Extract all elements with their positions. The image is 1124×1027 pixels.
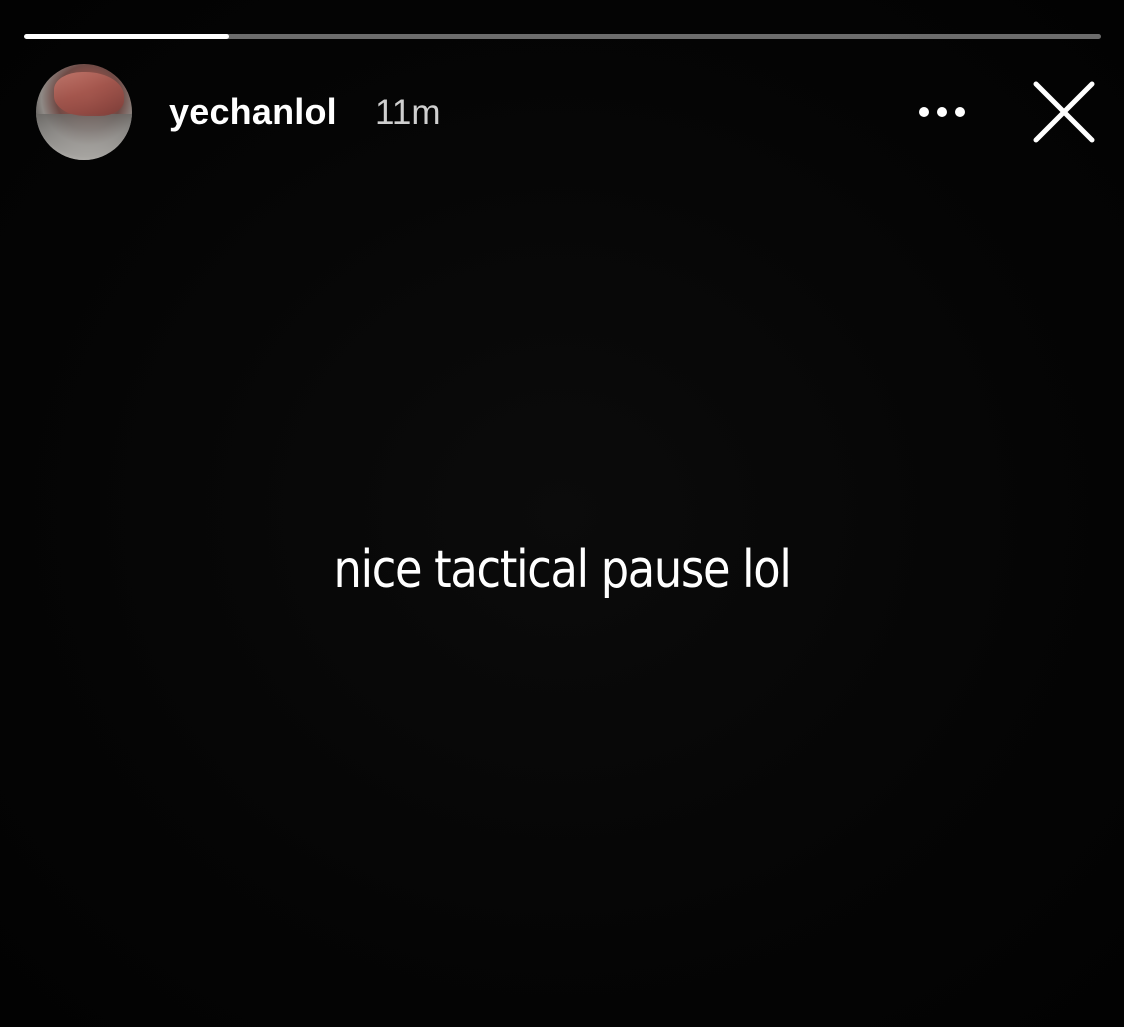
story-text: nice tactical pause lol <box>333 540 792 600</box>
post-timestamp: 11m <box>375 93 441 132</box>
more-options-icon-dot <box>937 107 947 117</box>
more-options-button[interactable] <box>912 94 972 130</box>
username[interactable]: yechanlol <box>169 92 337 132</box>
avatar-image-rock <box>54 72 124 116</box>
close-button[interactable] <box>1032 80 1096 144</box>
profile-avatar[interactable] <box>36 64 132 160</box>
story-header: yechanlol 11m <box>36 64 1096 160</box>
story-viewer[interactable]: yechanlol 11m nice tactical pause lol <box>0 0 1124 1027</box>
story-progress-bar <box>24 34 1101 39</box>
story-progress-fill <box>24 34 229 39</box>
more-options-icon-dot <box>955 107 965 117</box>
close-icon <box>1033 81 1095 143</box>
avatar-image-ground <box>36 114 132 160</box>
more-options-icon-dot <box>919 107 929 117</box>
